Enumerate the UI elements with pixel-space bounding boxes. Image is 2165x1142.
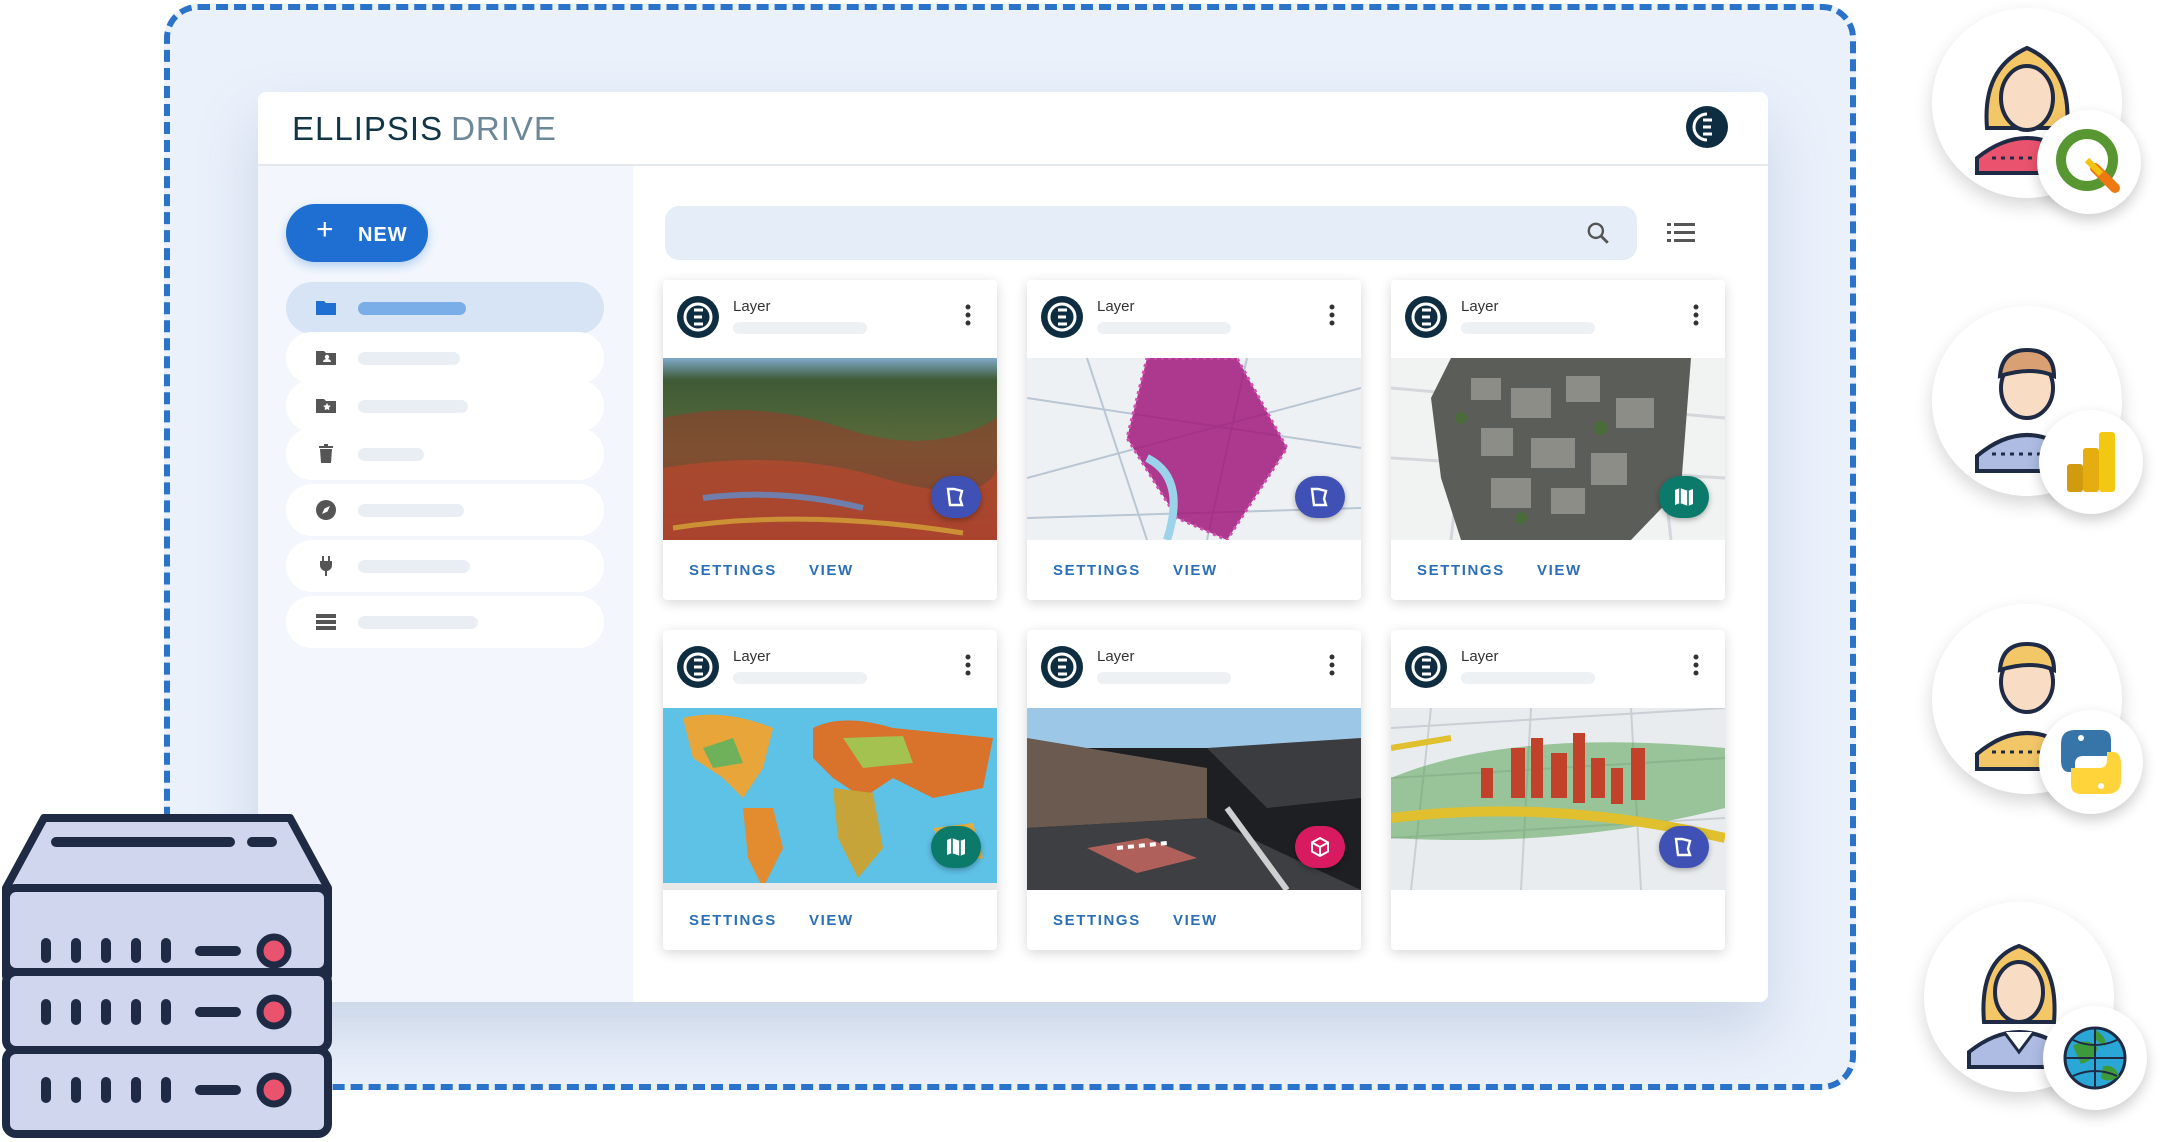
view-button[interactable]: VIEW bbox=[1173, 562, 1218, 579]
logo-main-text: ELLIPSIS bbox=[292, 110, 444, 147]
view-button[interactable]: VIEW bbox=[809, 912, 854, 929]
new-button-label: NEW bbox=[358, 224, 408, 246]
3d-cube-icon bbox=[1295, 826, 1345, 868]
favorites-folder-icon bbox=[316, 399, 336, 413]
server-icon bbox=[2, 814, 332, 1138]
sidebar-item-storage[interactable] bbox=[286, 596, 604, 648]
storage-icon bbox=[316, 614, 336, 630]
qgis-logo[interactable] bbox=[2037, 110, 2141, 214]
search-input[interactable] bbox=[665, 206, 1637, 260]
sidebar-item-explore[interactable] bbox=[286, 484, 604, 536]
main-content: Layer SETTINGS VIEW Layer SETTINGS VIEW bbox=[633, 166, 1768, 1002]
layer-card-title: Layer bbox=[1097, 298, 1135, 315]
ellipsis-drive-window: ELLIPSIS DRIVE + NEW Layer SETTINGS VIEW… bbox=[258, 92, 1768, 1002]
layer-card[interactable]: Layer SETTINGS VIEW bbox=[1391, 280, 1725, 600]
sidebar-item-label-placeholder bbox=[358, 616, 478, 629]
arcgis-globe-logo[interactable] bbox=[2043, 1006, 2147, 1110]
sidebar-item-label-placeholder bbox=[358, 448, 424, 461]
raster-map-icon bbox=[1659, 476, 1709, 518]
ellipsis-logo-icon bbox=[1405, 646, 1447, 688]
python-logo[interactable] bbox=[2039, 710, 2143, 814]
vector-layer-icon bbox=[1295, 476, 1345, 518]
ellipsis-logo-icon bbox=[1041, 296, 1083, 338]
layer-card-subtitle-placeholder bbox=[733, 322, 867, 334]
folder-icon bbox=[316, 301, 336, 315]
power-bi-logo[interactable] bbox=[2039, 410, 2143, 514]
sidebar-item-trash[interactable] bbox=[286, 428, 604, 480]
layer-card-subtitle-placeholder bbox=[1461, 672, 1595, 684]
sidebar-item-label-placeholder bbox=[358, 504, 464, 517]
layer-card-title: Layer bbox=[1461, 298, 1499, 315]
more-options-icon[interactable] bbox=[965, 304, 971, 326]
plug-icon bbox=[320, 556, 332, 576]
more-options-icon[interactable] bbox=[1329, 304, 1335, 326]
more-options-icon[interactable] bbox=[1693, 654, 1699, 676]
settings-button[interactable]: SETTINGS bbox=[1053, 912, 1141, 929]
sidebar-item-label-placeholder bbox=[358, 400, 468, 413]
settings-button[interactable]: SETTINGS bbox=[689, 562, 777, 579]
settings-button[interactable]: SETTINGS bbox=[1417, 562, 1505, 579]
sidebar-item-label-placeholder bbox=[358, 560, 470, 573]
list-view-icon[interactable] bbox=[1667, 220, 1695, 246]
sidebar-item-favorites[interactable] bbox=[286, 380, 604, 432]
layer-card[interactable]: Layer SETTINGS VIEW bbox=[1027, 630, 1361, 950]
settings-button[interactable]: SETTINGS bbox=[689, 912, 777, 929]
sidebar-item-my-drive[interactable] bbox=[286, 282, 604, 334]
trash-icon bbox=[319, 444, 333, 463]
shared-folder-icon bbox=[316, 351, 336, 365]
layer-card-subtitle-placeholder bbox=[733, 672, 867, 684]
sidebar-item-integrations[interactable] bbox=[286, 540, 604, 592]
layer-card[interactable]: Layer SETTINGS VIEW bbox=[663, 280, 997, 600]
settings-button[interactable]: SETTINGS bbox=[1053, 562, 1141, 579]
layer-card-title: Layer bbox=[1097, 648, 1135, 665]
layer-card-subtitle-placeholder bbox=[1097, 322, 1231, 334]
raster-map-icon bbox=[931, 826, 981, 868]
layer-card-title: Layer bbox=[733, 298, 771, 315]
layer-card-title: Layer bbox=[733, 648, 771, 665]
account-avatar-icon[interactable] bbox=[1686, 106, 1728, 148]
app-logo[interactable]: ELLIPSIS DRIVE bbox=[292, 110, 557, 148]
logo-sub-text: DRIVE bbox=[451, 110, 557, 147]
more-options-icon[interactable] bbox=[1329, 654, 1335, 676]
vector-layer-icon bbox=[1659, 826, 1709, 868]
more-options-icon[interactable] bbox=[1693, 304, 1699, 326]
more-options-icon[interactable] bbox=[965, 654, 971, 676]
search-icon[interactable] bbox=[1585, 220, 1611, 246]
ellipsis-logo-icon bbox=[1041, 646, 1083, 688]
layer-card[interactable]: Layer SETTINGS VIEW bbox=[663, 630, 997, 950]
layer-card[interactable]: Layer bbox=[1391, 630, 1725, 950]
layer-card-title: Layer bbox=[1461, 648, 1499, 665]
view-button[interactable]: VIEW bbox=[1537, 562, 1582, 579]
new-button[interactable]: + NEW bbox=[286, 204, 428, 262]
layer-card-subtitle-placeholder bbox=[1461, 322, 1595, 334]
ellipsis-logo-icon bbox=[1405, 296, 1447, 338]
top-bar: ELLIPSIS DRIVE bbox=[258, 92, 1768, 166]
explore-compass-icon bbox=[316, 500, 336, 520]
plus-icon: + bbox=[316, 213, 335, 246]
ellipsis-logo-icon bbox=[677, 296, 719, 338]
sidebar-item-shared[interactable] bbox=[286, 332, 604, 384]
view-button[interactable]: VIEW bbox=[1173, 912, 1218, 929]
sidebar-item-label-placeholder bbox=[358, 352, 460, 365]
sidebar-item-label-placeholder bbox=[358, 302, 466, 315]
vector-layer-icon bbox=[931, 476, 981, 518]
layer-card[interactable]: Layer SETTINGS VIEW bbox=[1027, 280, 1361, 600]
view-button[interactable]: VIEW bbox=[809, 562, 854, 579]
layer-card-subtitle-placeholder bbox=[1097, 672, 1231, 684]
ellipsis-logo-icon bbox=[677, 646, 719, 688]
